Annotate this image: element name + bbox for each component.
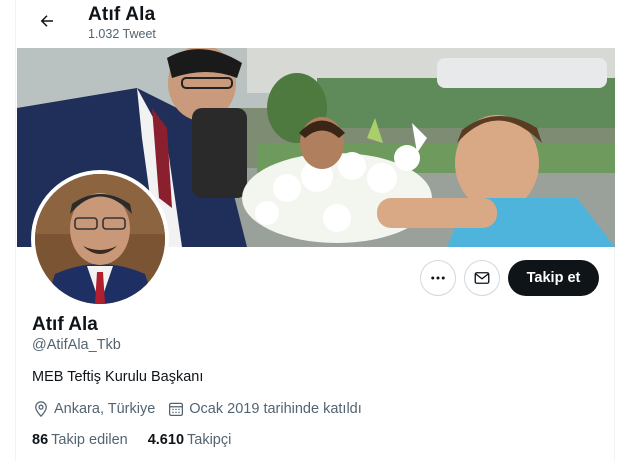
header-title: Atıf Ala [88, 4, 156, 25]
tweet-count: 1.032 Tweet [88, 27, 156, 41]
following-label: Takip edilen [51, 432, 128, 448]
profile-handle: @AtifAla_Tkb [32, 337, 121, 353]
followers-count: 4.610 [147, 432, 185, 448]
message-button[interactable] [464, 260, 500, 296]
calendar-icon [169, 402, 184, 417]
following-link[interactable]: 86 Takip edilen [32, 432, 128, 448]
following-count: 86 [32, 432, 49, 448]
follow-button[interactable]: Takip et [508, 260, 599, 296]
profile-bio: MEB Teftiş Kurulu Başkanı [32, 369, 204, 385]
avatar[interactable] [31, 170, 169, 308]
envelope-icon [474, 272, 490, 284]
more-options-button[interactable] [420, 260, 456, 296]
avatar-image [35, 174, 165, 304]
arrow-left-icon [40, 15, 53, 27]
joined-item: Ocak 2019 tarihinde katıldı [167, 400, 362, 418]
profile-header-bar: Atıf Ala 1.032 Tweet [16, 0, 616, 48]
profile-column: Atıf Ala 1.032 Tweet Takip et Atıf Ala @… [15, 0, 616, 461]
profile-name: Atıf Ala [32, 314, 98, 335]
profile-meta: Ankara, Türkiye Ocak 2019 tarihinde katı… [32, 400, 374, 418]
back-button[interactable] [32, 6, 62, 36]
followers-link[interactable]: 4.610 Takipçi [148, 432, 232, 448]
location-text: Ankara, Türkiye [54, 401, 156, 417]
location-item: Ankara, Türkiye [32, 400, 155, 418]
followers-label: Takipçi [187, 432, 232, 448]
more-horizontal-icon [431, 276, 445, 280]
joined-text: Ocak 2019 tarihinde katıldı [189, 401, 362, 417]
location-pin-icon [35, 401, 47, 418]
profile-stats: 86 Takip edilen 4.610 Takipçi [32, 432, 251, 448]
